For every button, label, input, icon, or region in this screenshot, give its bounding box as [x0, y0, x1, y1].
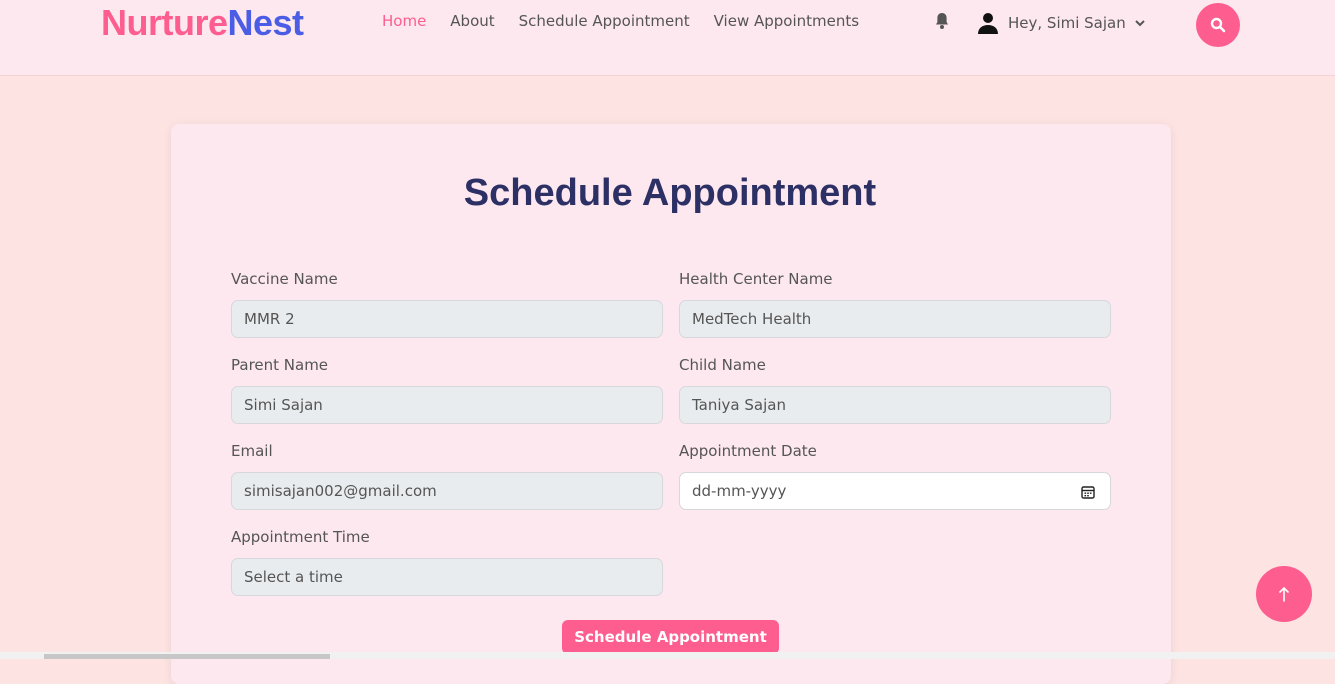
- child-name-label: Child Name: [679, 356, 766, 374]
- appointment-date-label: Appointment Date: [679, 442, 817, 460]
- horizontal-scrollbar[interactable]: [0, 652, 1335, 659]
- schedule-appointment-button[interactable]: Schedule Appointment: [562, 620, 779, 654]
- nav-about[interactable]: About: [450, 12, 494, 30]
- user-greeting: Hey, Simi Sajan: [1008, 14, 1126, 32]
- child-name-field[interactable]: Taniya Sajan: [679, 386, 1111, 424]
- health-center-name-label: Health Center Name: [679, 270, 833, 288]
- appointment-date-input[interactable]: dd-mm-yyyy: [679, 472, 1111, 510]
- health-center-name-field[interactable]: MedTech Health: [679, 300, 1111, 338]
- email-label: Email: [231, 442, 273, 460]
- bell-icon[interactable]: [934, 12, 950, 30]
- brand-part2: Nest: [227, 2, 305, 43]
- nav-schedule-appointment[interactable]: Schedule Appointment: [519, 12, 690, 30]
- appointment-date-placeholder: dd-mm-yyyy: [692, 482, 787, 500]
- user-menu[interactable]: Hey, Simi Sajan: [976, 11, 1146, 35]
- arrow-up-icon: [1279, 586, 1289, 602]
- page-title: Schedule Appointment: [463, 172, 877, 214]
- brand-part1: Nurture: [101, 2, 228, 43]
- vaccine-name-label: Vaccine Name: [231, 270, 338, 288]
- chevron-down-icon: [1135, 20, 1145, 27]
- appointment-time-select[interactable]: Select a time: [231, 558, 663, 596]
- search-button[interactable]: [1196, 3, 1240, 47]
- email-field[interactable]: simisajan002@gmail.com: [231, 472, 663, 510]
- parent-name-label: Parent Name: [231, 356, 329, 374]
- scrollbar-thumb[interactable]: [44, 654, 330, 659]
- brand-logo[interactable]: NurtureNest: [101, 2, 304, 44]
- nav-view-appointments[interactable]: View Appointments: [714, 12, 859, 30]
- nav-home[interactable]: Home: [382, 12, 426, 30]
- search-icon: [1210, 17, 1226, 33]
- nav-links: Home About Schedule Appointment View App…: [382, 12, 883, 30]
- parent-name-field[interactable]: Simi Sajan: [231, 386, 663, 424]
- user-icon: [978, 13, 998, 34]
- vaccine-name-field[interactable]: MMR 2: [231, 300, 663, 338]
- scroll-to-top-button[interactable]: [1256, 566, 1312, 622]
- navbar: NurtureNest Home About Schedule Appointm…: [0, 0, 1335, 76]
- appointment-time-label: Appointment Time: [231, 528, 370, 546]
- calendar-icon[interactable]: [1080, 484, 1096, 500]
